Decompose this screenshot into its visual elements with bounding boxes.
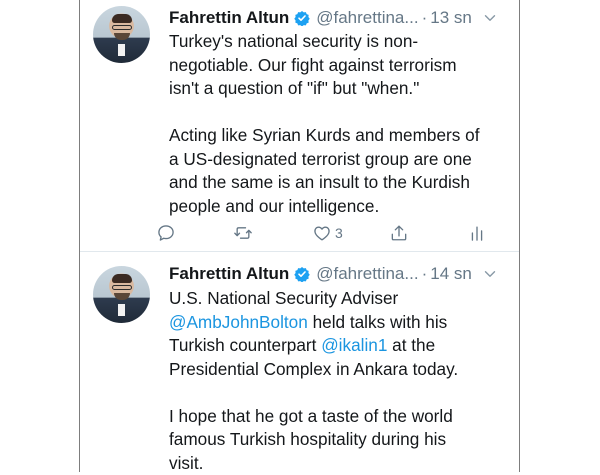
analytics-button[interactable]: [467, 220, 487, 246]
tweet-actions: 3: [169, 220, 509, 246]
like-count: 3: [335, 225, 343, 241]
tweet-header: Fahrettin Altun @fahrettina... · 13 sn: [169, 6, 509, 30]
author-handle[interactable]: @fahrettina...: [316, 8, 418, 28]
reply-icon: [156, 223, 176, 243]
mention-link[interactable]: @AmbJohnBolton: [169, 312, 308, 332]
text-line: isn't a question of "if" but "when.": [169, 77, 514, 101]
text-line: Acting like Syrian Kurds and members of: [169, 124, 514, 148]
tweet[interactable]: Fahrettin Altun @fahrettina... · 13 sn T…: [80, 0, 519, 252]
reply-button[interactable]: [156, 220, 176, 246]
avatar[interactable]: [93, 6, 150, 63]
timestamp[interactable]: 13 sn: [430, 8, 472, 28]
avatar[interactable]: [93, 266, 150, 323]
tweet-header: Fahrettin Altun @fahrettina... · 14 sn: [169, 262, 509, 286]
separator: ·: [422, 264, 428, 284]
tweet[interactable]: Fahrettin Altun @fahrettina... · 14 sn U…: [80, 252, 519, 472]
share-button[interactable]: [389, 220, 409, 246]
text-line: famous Turkish hospitality during his: [169, 428, 514, 452]
timestamp[interactable]: 14 sn: [430, 264, 472, 284]
verified-badge-icon: [294, 266, 310, 282]
text-line: Presidential Complex in Ankara today.: [169, 358, 514, 382]
mention-link[interactable]: @ikalin1: [321, 335, 387, 355]
retweet-icon: [233, 223, 253, 243]
like-button[interactable]: 3: [312, 220, 343, 246]
text-line: Turkey's national security is non-: [169, 30, 514, 54]
tweet-text: U.S. National Security Adviser @AmbJohnB…: [169, 287, 514, 475]
text-line: visit.: [169, 452, 514, 475]
verified-badge-icon: [294, 10, 310, 26]
analytics-icon: [467, 223, 487, 243]
author-handle[interactable]: @fahrettina...: [316, 264, 418, 284]
text-line: Turkish counterpart @ikalin1 at the: [169, 334, 514, 358]
text-line: a US-designated terrorist group are one: [169, 148, 514, 172]
like-icon: [312, 223, 332, 243]
text-line: U.S. National Security Adviser: [169, 287, 514, 311]
tweet-text: Turkey's national security is non- negot…: [169, 30, 514, 218]
author-name[interactable]: Fahrettin Altun: [169, 264, 289, 284]
chevron-down-icon[interactable]: [484, 12, 496, 24]
text-line: @AmbJohnBolton held talks with his: [169, 311, 514, 335]
retweet-button[interactable]: [233, 220, 253, 246]
text-line: people and our intelligence.: [169, 195, 514, 219]
timeline-frame: Fahrettin Altun @fahrettina... · 13 sn T…: [79, 0, 520, 472]
text-line: and the same is an insult to the Kurdish: [169, 171, 514, 195]
share-icon: [389, 223, 409, 243]
chevron-down-icon[interactable]: [484, 268, 496, 280]
author-name[interactable]: Fahrettin Altun: [169, 8, 289, 28]
text-line: I hope that he got a taste of the world: [169, 405, 514, 429]
separator: ·: [422, 8, 428, 28]
text-line: negotiable. Our fight against terrorism: [169, 54, 514, 78]
